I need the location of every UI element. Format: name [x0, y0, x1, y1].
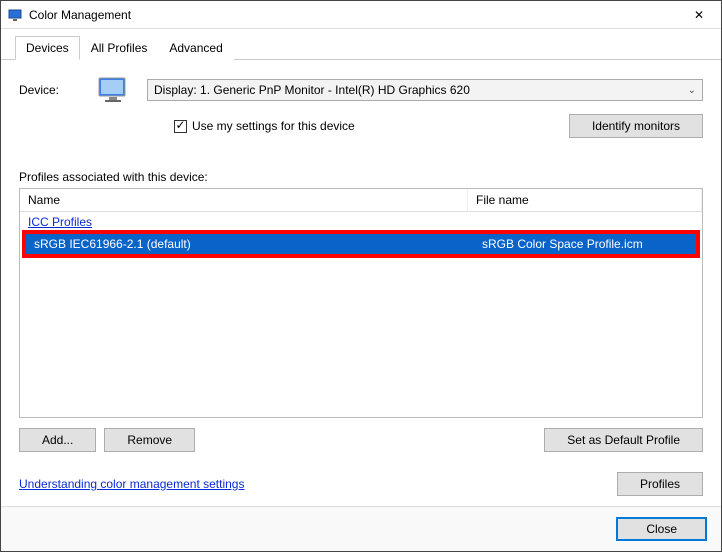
close-icon: ✕: [694, 8, 704, 22]
table-row[interactable]: sRGB IEC61966-2.1 (default) sRGB Color S…: [26, 234, 696, 254]
add-button[interactable]: Add...: [19, 428, 96, 452]
footer-row: Understanding color management settings …: [19, 472, 703, 496]
table-body: ICC Profiles sRGB IEC61966-2.1 (default)…: [20, 212, 702, 417]
profiles-button[interactable]: Profiles: [617, 472, 703, 496]
cell-file-name: sRGB Color Space Profile.icm: [474, 235, 696, 253]
use-settings-label: Use my settings for this device: [192, 119, 355, 133]
understanding-link[interactable]: Understanding color management settings: [19, 477, 244, 491]
chevron-down-icon: ⌄: [688, 85, 696, 96]
column-header-file-name[interactable]: File name: [468, 189, 702, 211]
device-select[interactable]: Display: 1. Generic PnP Monitor - Intel(…: [147, 79, 703, 101]
dialog-button-bar: Close: [1, 506, 721, 551]
annotation-highlight: sRGB IEC61966-2.1 (default) sRGB Color S…: [22, 230, 700, 258]
tab-devices[interactable]: Devices: [15, 36, 80, 60]
remove-button[interactable]: Remove: [104, 428, 195, 452]
column-header-name[interactable]: Name: [20, 189, 468, 211]
identify-monitors-button[interactable]: Identify monitors: [569, 114, 703, 138]
check-icon: ✓: [175, 119, 185, 131]
monitor-icon: [97, 76, 129, 104]
device-select-value: Display: 1. Generic PnP Monitor - Intel(…: [154, 83, 470, 97]
app-icon: [7, 7, 23, 23]
device-row: Device: Display: 1. Generic PnP Monitor …: [19, 76, 703, 104]
close-button[interactable]: ✕: [677, 1, 721, 29]
use-settings-row: ✓ Use my settings for this device Identi…: [174, 114, 703, 138]
close-dialog-button[interactable]: Close: [616, 517, 707, 541]
use-settings-checkbox[interactable]: ✓: [174, 120, 187, 133]
profiles-section-label: Profiles associated with this device:: [19, 170, 703, 184]
profiles-table: Name File name ICC Profiles sRGB IEC6196…: [19, 188, 703, 418]
device-label: Device:: [19, 83, 79, 97]
table-header: Name File name: [20, 189, 702, 212]
titlebar: Color Management ✕: [1, 1, 721, 29]
window-title: Color Management: [29, 8, 677, 22]
set-default-button[interactable]: Set as Default Profile: [544, 428, 703, 452]
tab-panel-devices: Device: Display: 1. Generic PnP Monitor …: [1, 60, 721, 506]
tab-strip: Devices All Profiles Advanced: [1, 29, 721, 60]
profile-actions-row: Add... Remove Set as Default Profile: [19, 428, 703, 452]
cell-profile-name: sRGB IEC61966-2.1 (default): [26, 235, 474, 253]
color-management-dialog: Color Management ✕ Devices All Profiles …: [0, 0, 722, 552]
tab-advanced[interactable]: Advanced: [158, 36, 233, 60]
group-header-icc: ICC Profiles: [20, 212, 702, 232]
tab-all-profiles[interactable]: All Profiles: [80, 36, 159, 60]
